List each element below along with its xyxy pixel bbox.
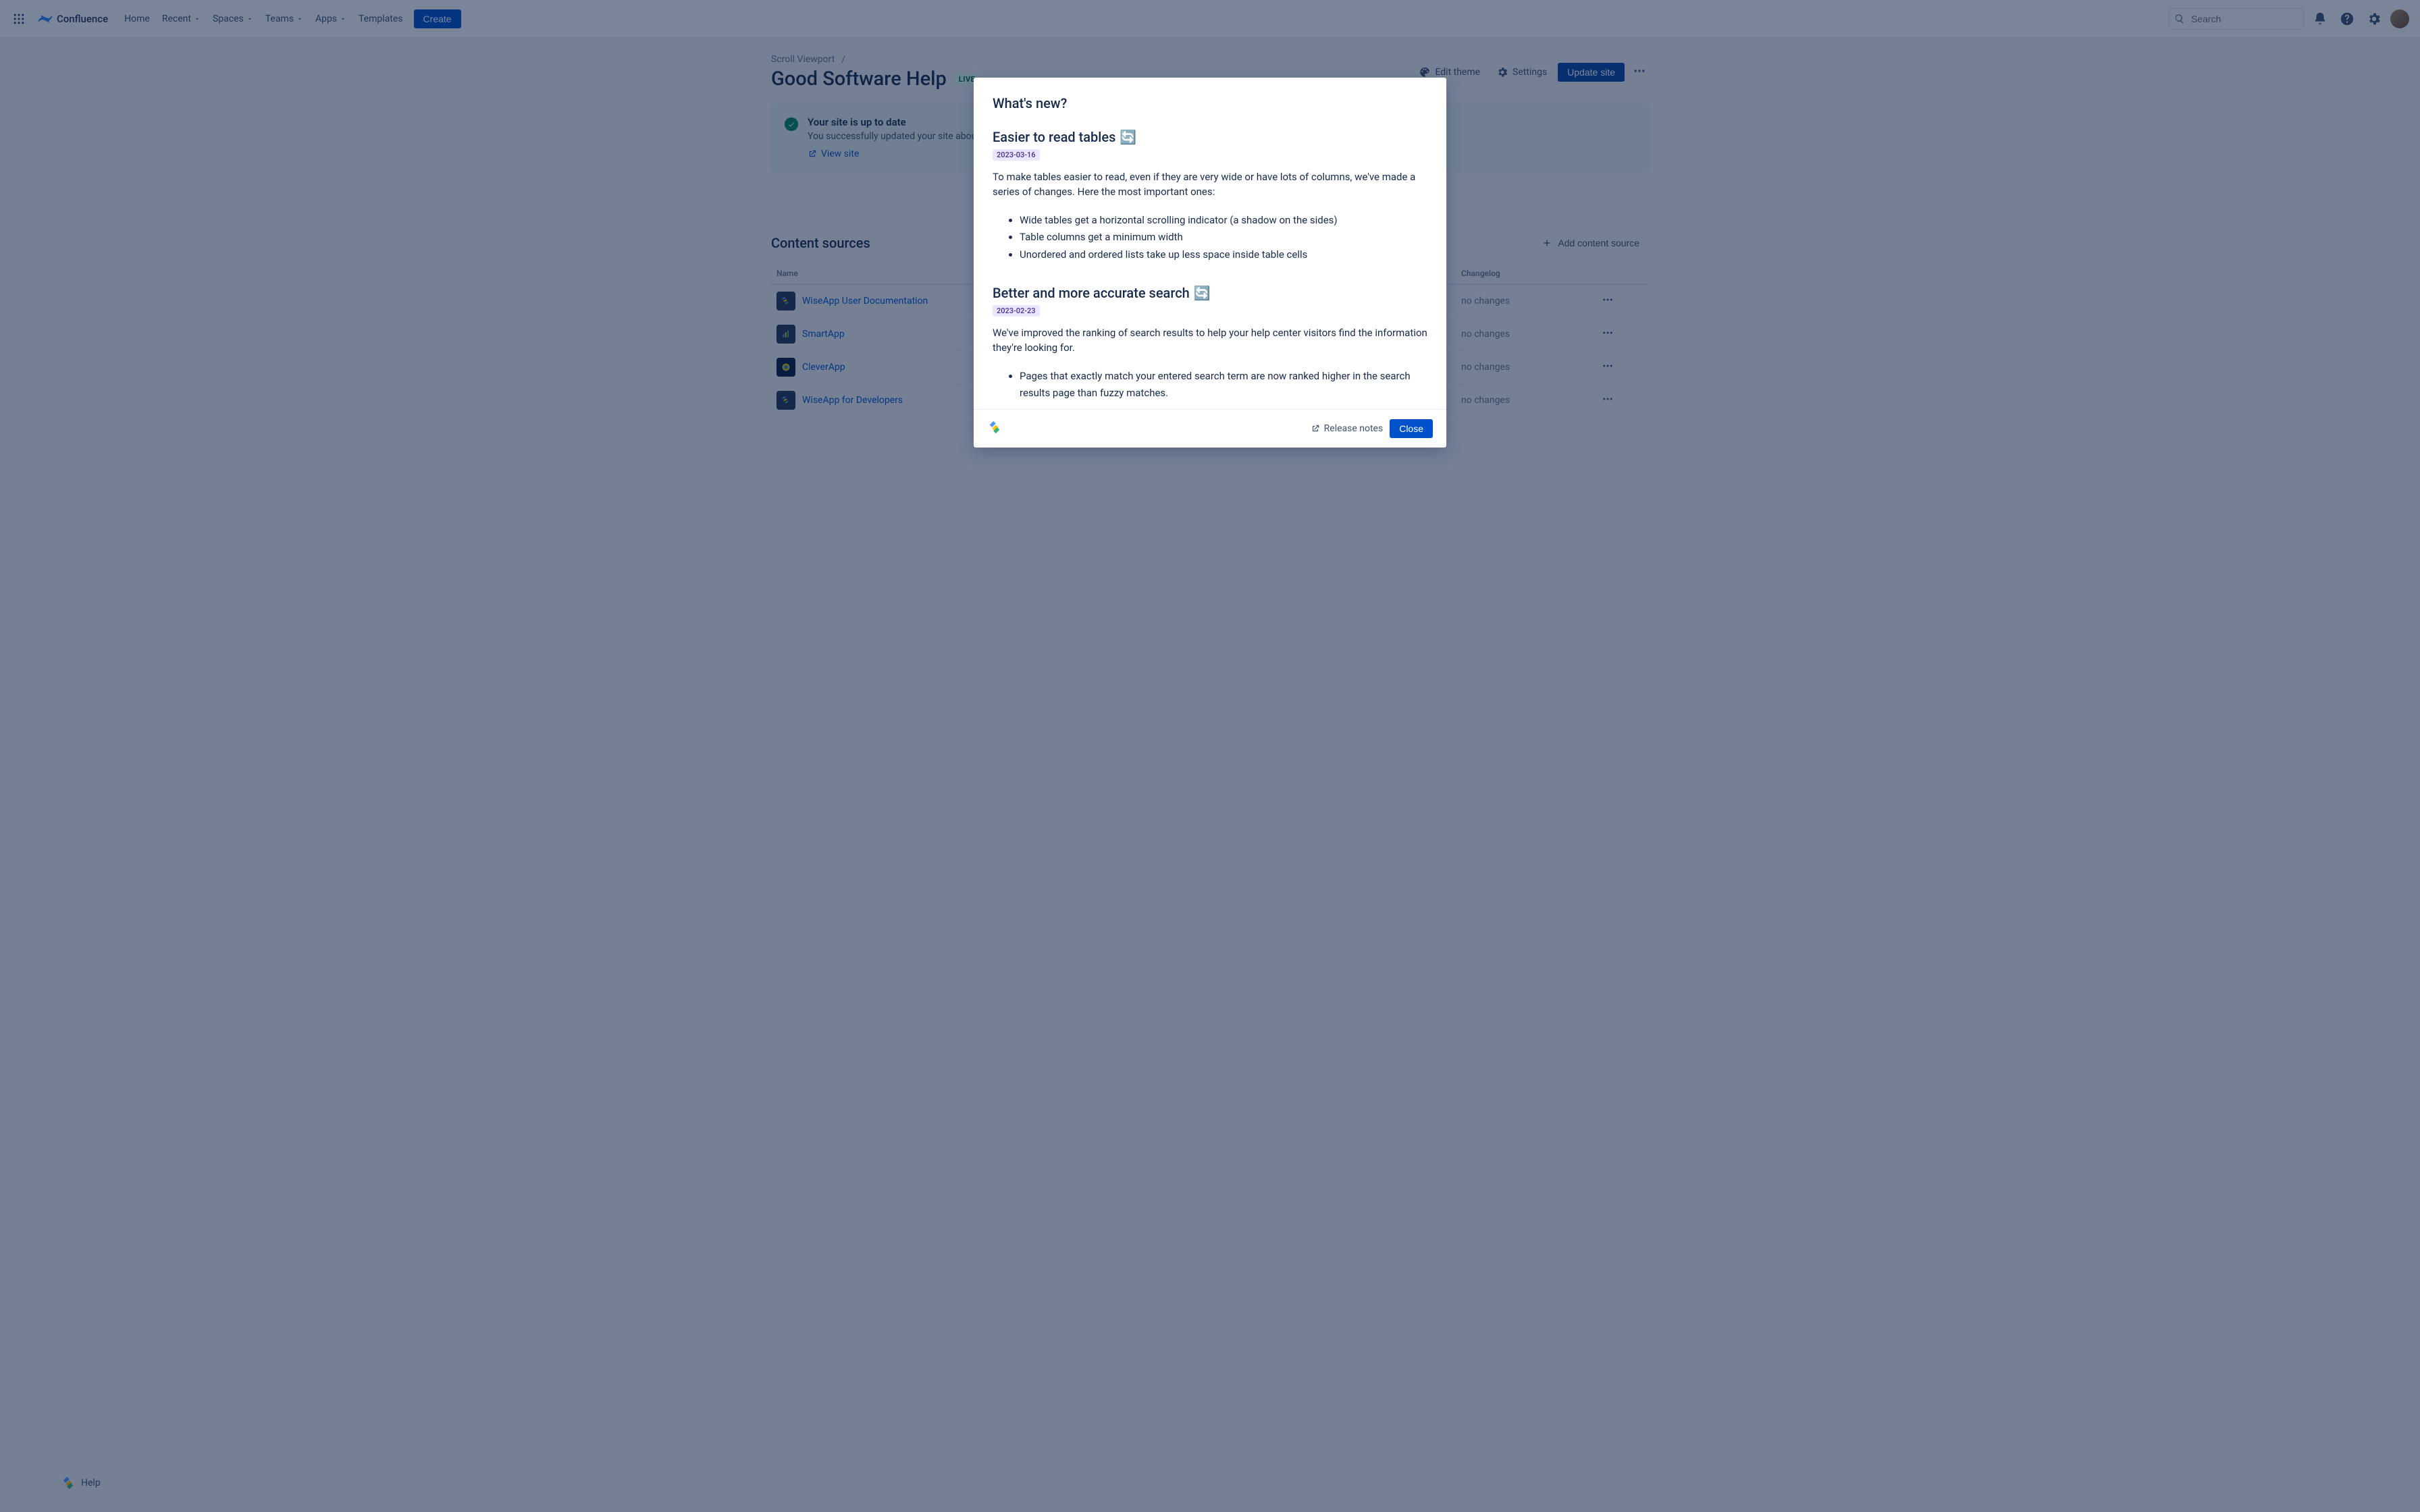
scroll-viewport-logo-icon <box>987 420 1002 437</box>
modal-heading: What's new? <box>993 95 1427 111</box>
whats-new-modal: What's new? Easier to read tables 🔄 2023… <box>974 78 1446 448</box>
changelog-entry: Better and more accurate search 🔄 2023-0… <box>993 285 1427 402</box>
entry-bullet: Wide tables get a horizontal scrolling i… <box>1020 212 1427 230</box>
entry-date: 2023-02-23 <box>993 305 1040 317</box>
entry-bullet: Table columns get a minimum width <box>1020 229 1427 246</box>
entry-title: Better and more accurate search <box>993 285 1190 301</box>
refresh-emoji-icon: 🔄 <box>1120 129 1136 145</box>
entry-date: 2023-03-16 <box>993 149 1040 161</box>
changelog-entry: Easier to read tables 🔄 2023-03-16 To ma… <box>993 129 1427 263</box>
modal-overlay[interactable]: What's new? Easier to read tables 🔄 2023… <box>0 0 2420 1512</box>
refresh-emoji-icon: 🔄 <box>1194 285 1211 301</box>
entry-paragraph: To make tables easier to read, even if t… <box>993 170 1427 200</box>
release-notes-link[interactable]: Release notes <box>1311 423 1384 434</box>
entry-bullet: Pages that exactly match your entered se… <box>1020 368 1427 402</box>
close-button[interactable]: Close <box>1390 419 1433 438</box>
entry-paragraph: We've improved the ranking of search res… <box>993 326 1427 356</box>
entry-title: Easier to read tables <box>993 129 1115 145</box>
external-link-icon <box>1311 424 1320 433</box>
entry-bullet: Unordered and ordered lists take up less… <box>1020 246 1427 264</box>
